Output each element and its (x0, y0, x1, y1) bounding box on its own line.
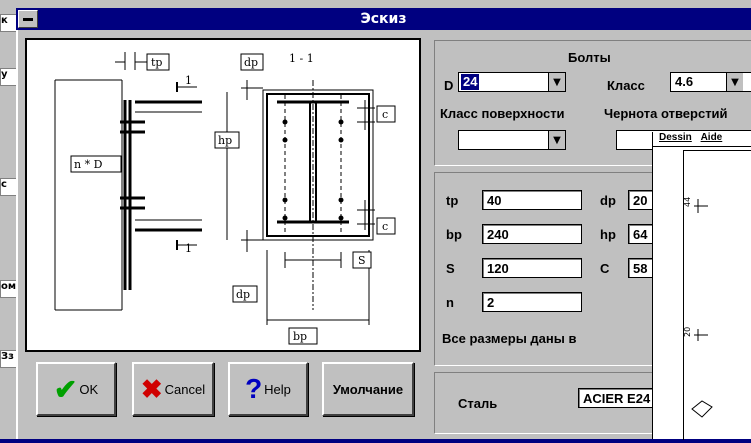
surface-class-label: Класс поверхности (440, 106, 565, 121)
default-button[interactable]: Умолчание (322, 362, 414, 416)
overlapping-window[interactable]: Dessin Aide 44 20 (652, 132, 751, 440)
cancel-button-label: Cancel (164, 381, 206, 397)
d-label: D (444, 78, 454, 93)
ok-button[interactable]: ✔ OK (36, 362, 116, 416)
label-hp: hp (218, 134, 232, 147)
s-label: S (446, 261, 455, 276)
n-input[interactable]: 2 (482, 292, 582, 312)
label-s: S (358, 254, 366, 267)
s-input[interactable]: 120 (482, 258, 582, 278)
hp-label: hp (600, 227, 616, 242)
bp-input[interactable]: 240 (482, 224, 582, 244)
cancel-button[interactable]: ✖ Cancel (132, 362, 214, 416)
mark-44: 44 (684, 197, 692, 207)
overlay-menubar: Dessin Aide (653, 132, 751, 147)
label-1-bottom: 1 (185, 242, 192, 255)
desktop: к у с ом Зз Эскиз tp 1 dp 1 - 1 hp n * D… (0, 0, 751, 440)
d-combobox[interactable]: 24 ▼ (458, 72, 566, 92)
joint-drawing: tp 1 dp 1 - 1 hp n * D c c 1 S dp bp (54, 52, 396, 345)
label-c-bottom: c (382, 220, 388, 233)
checkmark-icon: ✔ (53, 373, 78, 405)
tp-input[interactable]: 40 (482, 190, 582, 210)
overlay-sketch: 44 20 (683, 197, 713, 418)
surface-class-combobox[interactable]: ▼ (458, 130, 566, 150)
label-tp: tp (151, 56, 162, 69)
label-dp-bottom: dp (236, 288, 250, 301)
label-nD: n * D (74, 158, 103, 171)
system-menu-icon[interactable] (18, 10, 38, 28)
label-section: 1 - 1 (289, 52, 314, 65)
cross-icon: ✖ (140, 373, 163, 404)
class-label: Класс (607, 78, 645, 93)
question-mark-icon: ? (245, 373, 263, 404)
c-label: C (600, 261, 610, 276)
chevron-down-icon[interactable]: ▼ (726, 73, 743, 91)
class-combobox[interactable]: 4.6 ▼ (670, 72, 751, 92)
n-label: n (446, 295, 454, 310)
class-value: 4.6 (675, 74, 694, 89)
help-button[interactable]: ? Help (228, 362, 308, 416)
steel-label: Сталь (458, 396, 498, 411)
menu-aide[interactable]: Aide (701, 132, 723, 143)
window-titlebar[interactable]: Эскиз (16, 8, 751, 30)
holes-label: Чернота отверстий (604, 106, 728, 121)
default-button-label: Умолчание (332, 381, 404, 397)
label-bp: bp (293, 330, 307, 343)
d-value: 24 (461, 74, 480, 90)
mark-20: 20 (684, 327, 692, 337)
bolts-title: Болты (568, 50, 611, 65)
units-note: Все размеры даны в (442, 331, 577, 346)
surface-class-value (461, 132, 465, 148)
dp-label: dp (600, 193, 616, 208)
help-button-label: Help (264, 381, 291, 397)
overlay-drawing: 44 20 (683, 150, 751, 440)
label-c-top: c (382, 108, 388, 121)
label-dp-top: dp (244, 56, 258, 69)
ok-button-label: OK (79, 381, 99, 397)
menu-dessin[interactable]: Dessin (659, 132, 692, 143)
tp-label: tp (446, 193, 459, 208)
chevron-down-icon[interactable]: ▼ (548, 131, 565, 149)
label-1-top: 1 (185, 74, 192, 87)
sketch-canvas: tp 1 dp 1 - 1 hp n * D c c 1 S dp bp (25, 38, 421, 352)
bp-label: bp (446, 227, 462, 242)
chevron-down-icon[interactable]: ▼ (548, 73, 565, 91)
window-title: Эскиз (360, 11, 407, 27)
